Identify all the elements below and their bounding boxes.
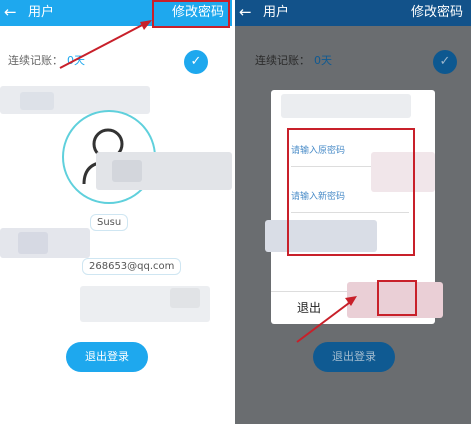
change-password-screen: ← 用户 修改密码 连续记账： 0天 ✓ 退出登录 请输入原密码 请输入新密码 退… [235,0,471,424]
annotation-arrow [59,20,152,69]
username-label: Susu [90,214,129,231]
profile-screen: ← 用户 修改密码 连续记账：0天 ✓ Susu 268653@qq.com 退… [0,0,232,424]
blurred-region [170,288,200,308]
annotation-arrow [296,296,357,343]
blurred-region [20,92,54,110]
blurred-region [112,160,142,182]
blurred-region [18,232,48,254]
email-label: 268653@qq.com [82,258,182,275]
logout-button[interactable]: 退出登录 [66,342,148,372]
